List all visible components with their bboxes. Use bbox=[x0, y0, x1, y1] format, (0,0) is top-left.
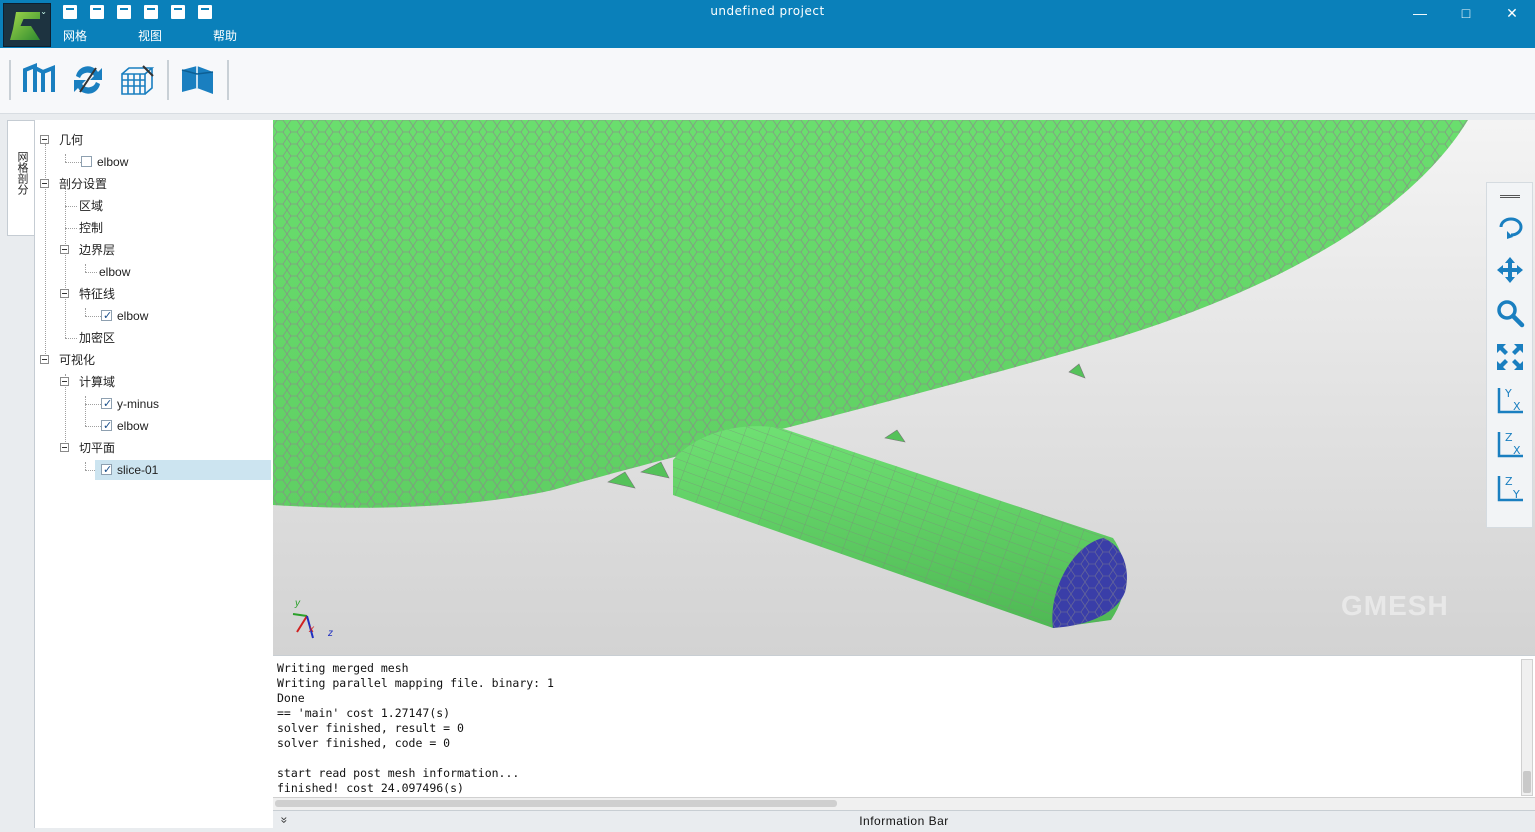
tree-node-visualization[interactable]: 可视化 bbox=[35, 350, 265, 370]
axis-x-label: x bbox=[309, 624, 314, 635]
axis-z-label: z bbox=[328, 628, 333, 639]
scrollbar-thumb[interactable] bbox=[1523, 771, 1531, 793]
3d-viewport[interactable]: y x z GMESH bbox=[273, 120, 1535, 655]
svg-text:X: X bbox=[1513, 444, 1521, 457]
menu-item-help[interactable]: 帮助 bbox=[213, 27, 288, 44]
view-zx-icon[interactable]: Z X bbox=[1495, 429, 1525, 459]
close-button[interactable]: ✕ bbox=[1489, 0, 1535, 26]
visibility-checkbox[interactable] bbox=[101, 306, 112, 326]
tree-node-y-minus[interactable]: y-minus bbox=[35, 394, 265, 414]
toolbar-separator bbox=[167, 60, 169, 100]
collapse-icon[interactable] bbox=[40, 179, 49, 188]
svg-text:Z: Z bbox=[1505, 431, 1513, 444]
menu-item-mesh[interactable]: 网格 bbox=[63, 27, 138, 44]
console-line: Writing merged mesh bbox=[277, 661, 409, 675]
view-zy-icon[interactable]: Z Y bbox=[1495, 473, 1525, 503]
mesh-render bbox=[273, 120, 1468, 628]
collapse-icon[interactable] bbox=[60, 443, 69, 452]
svg-text:Z: Z bbox=[1505, 475, 1513, 488]
toolbar-separator bbox=[227, 60, 229, 100]
mesh-grid-icon[interactable] bbox=[119, 62, 155, 98]
console-horizontal-scrollbar[interactable] bbox=[273, 797, 1535, 810]
drag-handle-icon[interactable] bbox=[1500, 195, 1520, 198]
ribbon-toolbar bbox=[0, 48, 1535, 114]
svg-text:X: X bbox=[1513, 400, 1521, 413]
watermark-logo: GMESH bbox=[1341, 590, 1449, 621]
tree-node-slice-plane[interactable]: 切平面 bbox=[35, 438, 265, 458]
tree-node-compute-domain[interactable]: 计算域 bbox=[35, 372, 265, 392]
maximize-button[interactable]: □ bbox=[1443, 0, 1489, 26]
tab-label: 网格剖分 bbox=[16, 151, 28, 195]
console-line: start read post mesh information... bbox=[277, 766, 520, 780]
geometry-icon[interactable] bbox=[21, 62, 57, 98]
zoom-icon[interactable] bbox=[1495, 298, 1525, 328]
tree-guide bbox=[85, 462, 86, 470]
scrollbar-thumb[interactable] bbox=[275, 800, 837, 807]
output-console[interactable]: Writing merged mesh Writing parallel map… bbox=[273, 655, 1535, 797]
console-line: solver finished, code = 0 bbox=[277, 736, 451, 750]
axis-triad bbox=[292, 613, 314, 639]
console-line: finished! cost 24.097496(s) bbox=[277, 781, 464, 795]
tree-node-feature-line[interactable]: 特征线 bbox=[35, 284, 265, 304]
svg-text:Y: Y bbox=[1512, 488, 1520, 501]
console-line: == 'main' cost 1.27147(s) bbox=[277, 706, 451, 720]
collapse-icon[interactable] bbox=[40, 135, 49, 144]
console-line: solver finished, result = 0 bbox=[277, 721, 464, 735]
collapse-icon[interactable] bbox=[40, 355, 49, 364]
swap-icon[interactable] bbox=[70, 62, 106, 98]
collapse-icon[interactable] bbox=[60, 245, 69, 254]
axis-y-label: y bbox=[295, 598, 300, 609]
console-line: Done bbox=[277, 691, 305, 705]
tree-node-feature-line-elbow[interactable]: elbow bbox=[35, 306, 265, 326]
collapse-icon[interactable] bbox=[60, 289, 69, 298]
visibility-checkbox[interactable] bbox=[101, 460, 112, 480]
menu-item-view[interactable]: 视图 bbox=[138, 27, 213, 44]
view-tools-panel: Y X Z X Z Y bbox=[1486, 182, 1533, 528]
visibility-checkbox[interactable] bbox=[101, 394, 112, 414]
tree-node-control[interactable]: 控制 bbox=[35, 218, 265, 238]
minimize-button[interactable]: — bbox=[1397, 0, 1443, 26]
visibility-checkbox[interactable] bbox=[81, 156, 92, 167]
visibility-checkbox[interactable] bbox=[101, 416, 112, 436]
collapse-icon[interactable] bbox=[60, 377, 69, 386]
console-line: Writing parallel mapping file. binary: 1 bbox=[277, 676, 554, 690]
svg-text:Y: Y bbox=[1504, 387, 1512, 400]
tree-node-region[interactable]: 区域 bbox=[35, 196, 265, 216]
view-yx-icon[interactable]: Y X bbox=[1495, 385, 1525, 415]
information-bar-label: Information Bar bbox=[859, 814, 949, 828]
tree-node-refinement[interactable]: 加密区 bbox=[35, 328, 265, 348]
tree-node-domain-elbow[interactable]: elbow bbox=[35, 416, 265, 436]
tree-node-geometry-elbow[interactable]: elbow bbox=[35, 152, 265, 172]
tree-node-mesh-settings[interactable]: 剖分设置 bbox=[35, 174, 265, 194]
rotate-icon[interactable] bbox=[1495, 213, 1525, 243]
menu-bar: 网格 视图 帮助 bbox=[63, 27, 288, 44]
fit-view-icon[interactable] bbox=[1495, 342, 1525, 372]
tree-node-boundary-layer-elbow[interactable]: elbow bbox=[35, 262, 265, 282]
box-icon[interactable] bbox=[179, 62, 215, 98]
tree-node-geometry[interactable]: 几何 bbox=[35, 130, 265, 150]
project-tree: 几何 elbow 剖分设置 区域 控制 边界层 elbow 特征线 elbow … bbox=[34, 120, 273, 828]
tab-mesh-partition[interactable]: 网格剖分 bbox=[7, 120, 34, 236]
information-bar: » Information Bar bbox=[273, 810, 1535, 832]
window-controls: — □ ✕ bbox=[1397, 0, 1535, 26]
console-vertical-scrollbar[interactable] bbox=[1521, 659, 1533, 796]
tree-node-slice-01[interactable]: slice-01 bbox=[95, 460, 271, 480]
tree-node-boundary-layer[interactable]: 边界层 bbox=[35, 240, 265, 260]
title-bar: ⌄ 网格 视图 帮助 undefined project — □ ✕ bbox=[0, 0, 1535, 48]
toolbar-separator bbox=[9, 60, 11, 100]
pan-icon[interactable] bbox=[1495, 255, 1525, 285]
window-title: undefined project bbox=[710, 4, 825, 18]
